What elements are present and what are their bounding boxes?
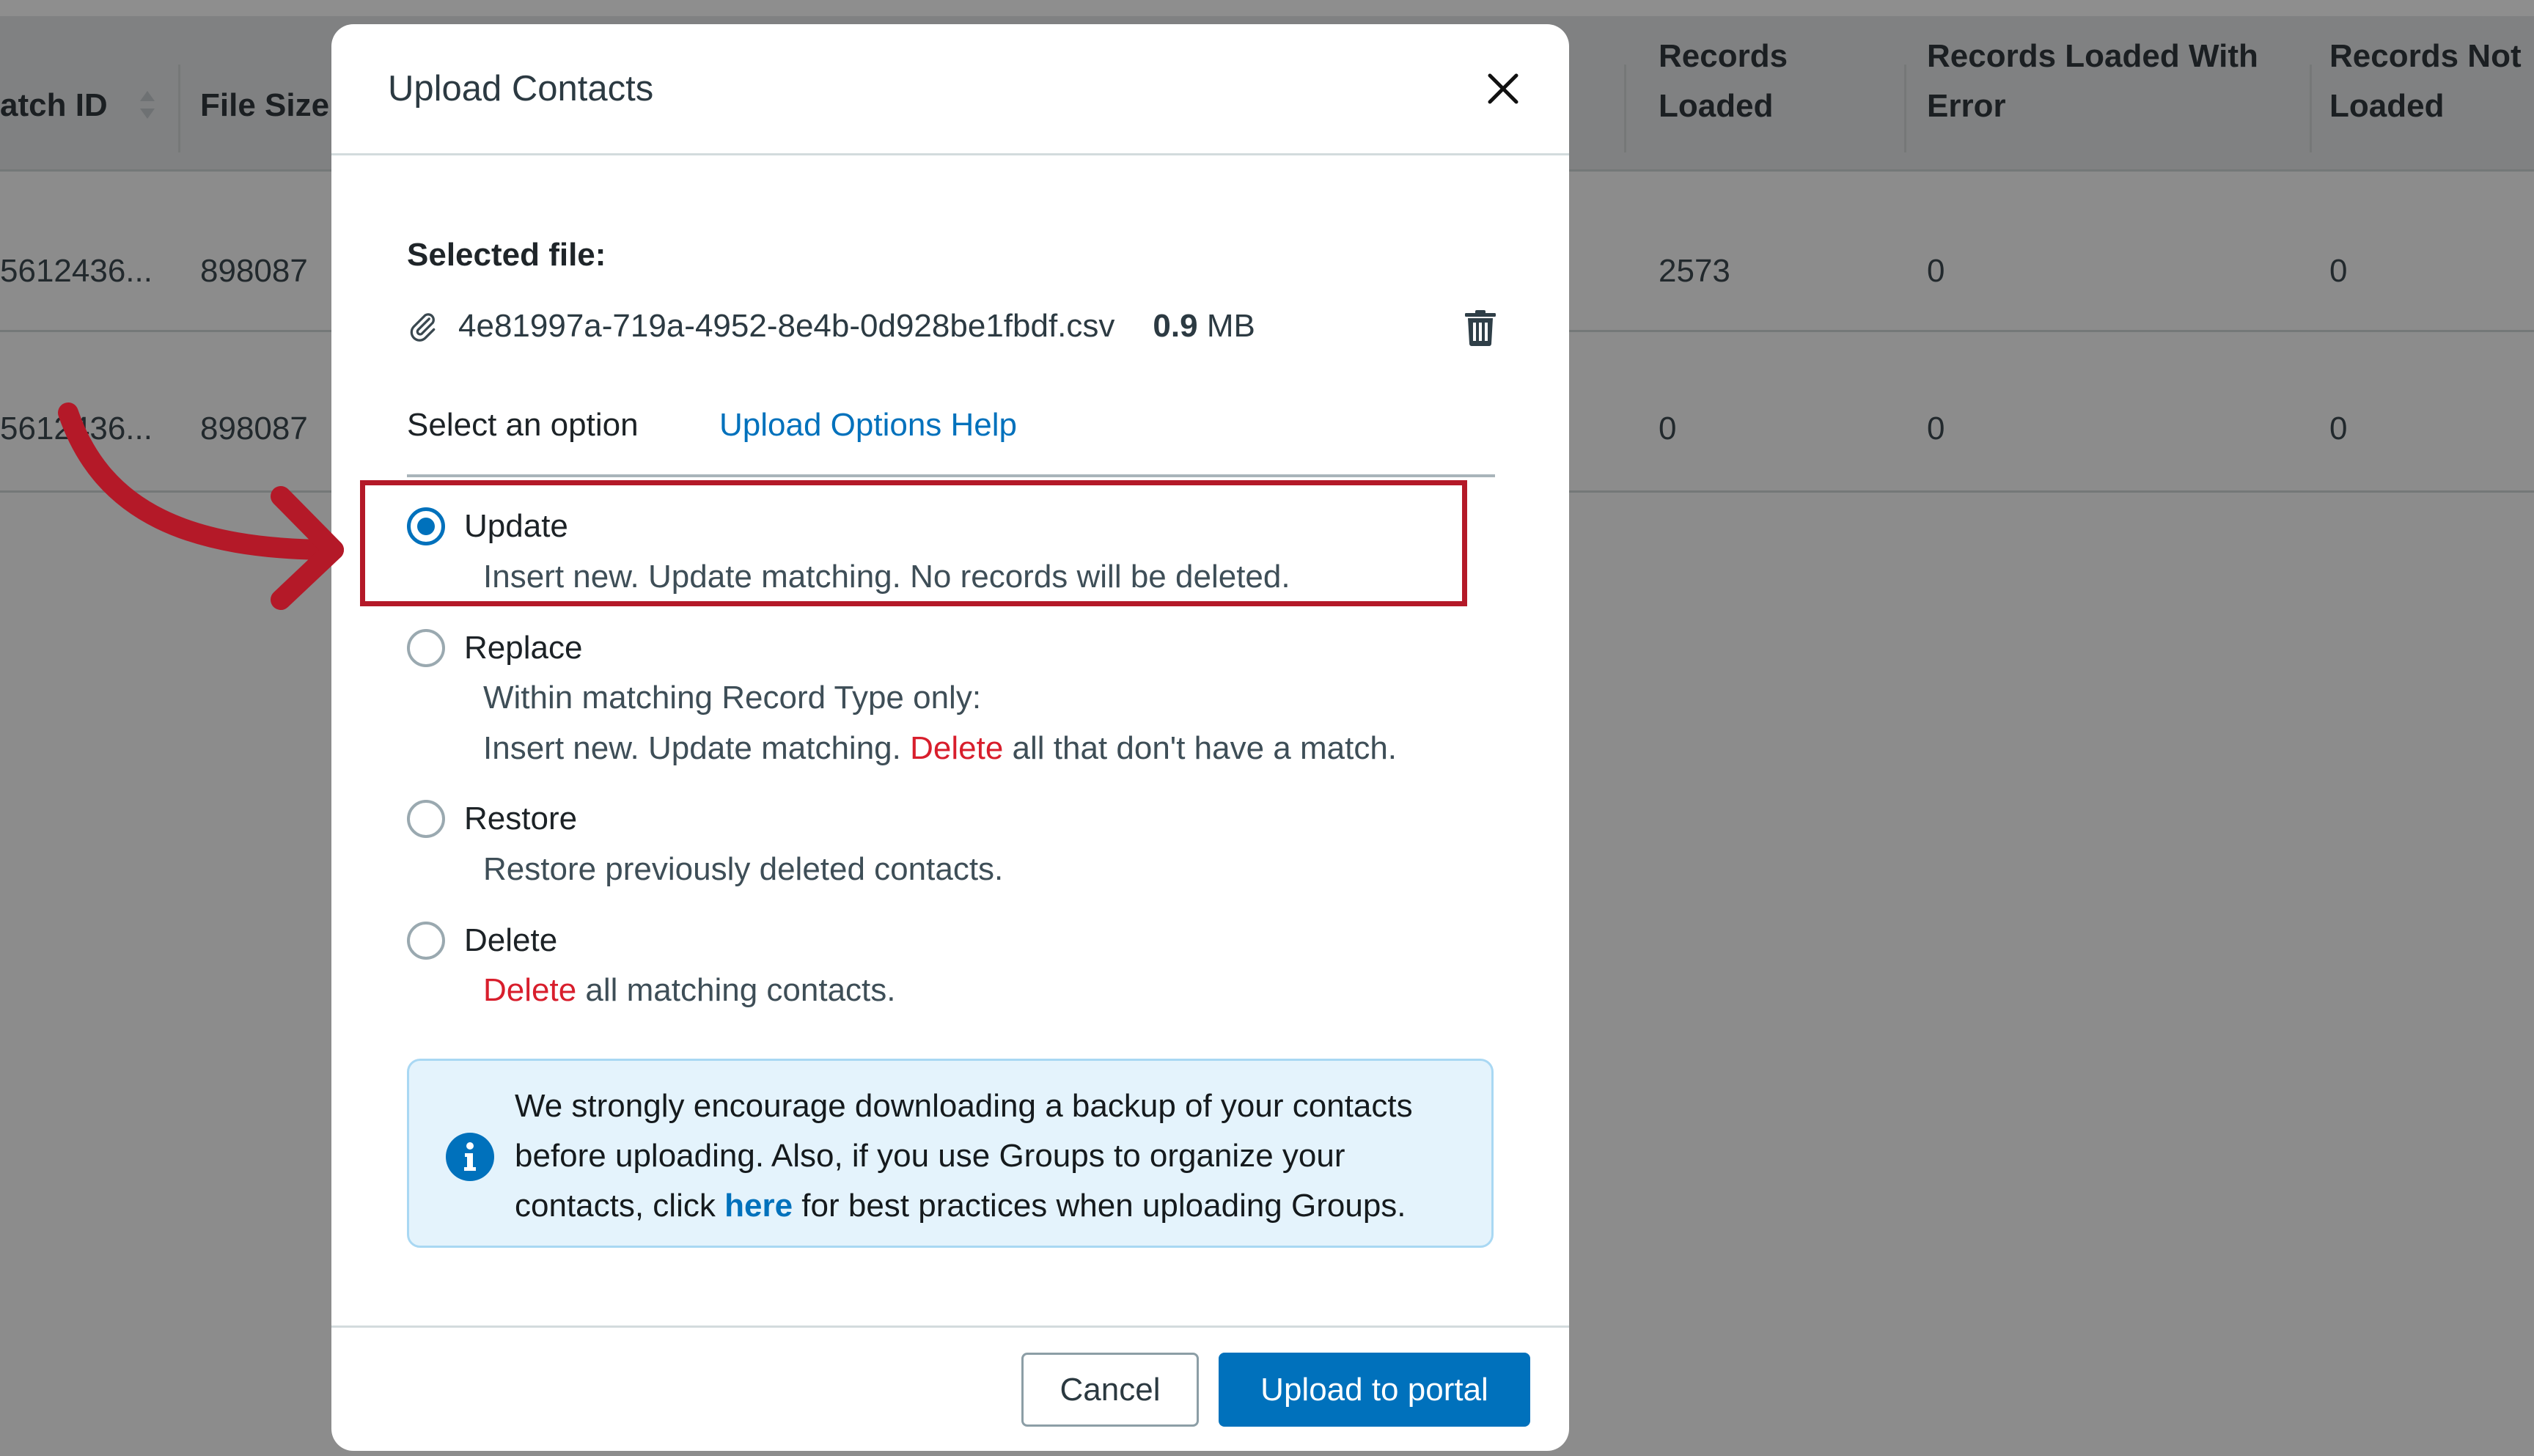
column-separator (1624, 65, 1626, 152)
file-size-unit: MB (1206, 308, 1255, 344)
trash-icon[interactable] (1464, 309, 1497, 347)
info-icon (446, 1133, 494, 1181)
column-separator (1904, 65, 1906, 152)
text: all matching contacts. (576, 972, 896, 1008)
info-text: We strongly encourage downloading a back… (515, 1081, 1483, 1231)
modal-header: Upload Contacts (331, 24, 1569, 155)
header-line: Records Loaded With (1927, 38, 2258, 74)
select-option-label: Select an option (407, 407, 639, 443)
annotation-highlight-box (360, 480, 1467, 606)
footer-divider (331, 1326, 1569, 1328)
cell-records-loaded: 0 (1659, 411, 1677, 446)
column-separator (178, 65, 180, 152)
option-description-delete: Delete all matching contacts. (483, 970, 896, 1011)
selected-file-row: 4e81997a-719a-4952-8e4b-0d928be1fbdf.csv… (407, 304, 1255, 348)
annotation-arrow-icon (58, 402, 344, 610)
option-description-restore: Restore previously deleted contacts. (483, 851, 1004, 887)
option-label-replace[interactable]: Replace (464, 628, 582, 669)
option-label-delete[interactable]: Delete (464, 920, 557, 961)
column-separator (2310, 65, 2312, 152)
radio-restore[interactable] (407, 800, 445, 838)
text: Insert new. Update matching. (483, 730, 911, 766)
delete-emphasis: Delete (910, 730, 1004, 766)
header-line: Records Not (2329, 38, 2522, 74)
upload-contacts-modal: Upload Contacts Selected file: 4e81997a-… (331, 24, 1569, 1451)
column-header-file-size[interactable]: File Size (200, 81, 329, 130)
cell-batch-id: 5612436... (0, 253, 153, 289)
radio-delete[interactable] (407, 922, 445, 960)
selected-file-label: Selected file: (407, 237, 606, 273)
cancel-button[interactable]: Cancel (1021, 1353, 1199, 1427)
column-header-records-loaded[interactable]: Records Loaded (1659, 32, 1788, 131)
cell-records-loaded-with-error: 0 (1927, 411, 1945, 446)
option-description-replace-line2: Insert new. Update matching. Delete all … (483, 728, 1397, 769)
header-line: Records (1659, 38, 1788, 74)
file-size-value: 0.9 (1153, 308, 1198, 344)
text: all that don't have a match. (1003, 730, 1398, 766)
close-icon[interactable] (1483, 68, 1524, 109)
header-line: Loaded (1659, 88, 1774, 124)
options-divider (407, 474, 1495, 477)
info-callout: We strongly encourage downloading a back… (407, 1059, 1494, 1248)
file-size: 0.9 MB (1153, 308, 1255, 345)
column-header-records-not-loaded[interactable]: Records Not Loaded (2329, 32, 2522, 131)
cell-records-loaded: 2573 (1659, 253, 1730, 289)
option-label-restore[interactable]: Restore (464, 798, 577, 839)
groups-help-link[interactable]: here (724, 1188, 793, 1224)
option-description-replace-line1: Within matching Record Type only: (483, 680, 982, 716)
file-name: 4e81997a-719a-4952-8e4b-0d928be1fbdf.csv (458, 308, 1115, 344)
sort-icon[interactable] (136, 87, 158, 123)
delete-emphasis: Delete (483, 972, 577, 1008)
text: for best practices when uploading Groups… (793, 1188, 1406, 1224)
upload-to-portal-button[interactable]: Upload to portal (1219, 1353, 1530, 1427)
header-line: Loaded (2329, 88, 2445, 124)
cell-records-not-loaded: 0 (2329, 411, 2348, 446)
paperclip-icon (410, 313, 436, 342)
cell-file-size: 898087 (200, 253, 308, 289)
column-header-records-loaded-with-error[interactable]: Records Loaded With Error (1927, 32, 2258, 131)
top-strip (0, 0, 2534, 16)
radio-replace[interactable] (407, 629, 445, 667)
column-header-batch-id[interactable]: atch ID (0, 81, 108, 130)
cell-records-not-loaded: 0 (2329, 253, 2348, 289)
upload-options-help-link[interactable]: Upload Options Help (719, 405, 1017, 446)
header-line: Error (1927, 88, 2006, 124)
modal-title: Upload Contacts (388, 69, 654, 109)
cell-records-loaded-with-error: 0 (1927, 253, 1945, 289)
